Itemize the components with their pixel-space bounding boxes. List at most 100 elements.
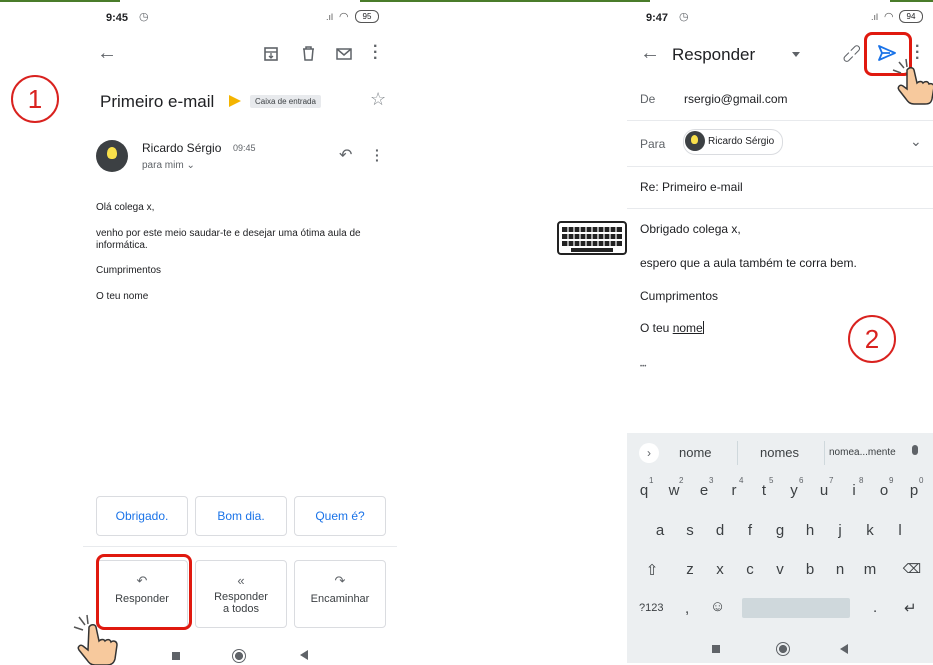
recipient-name: Ricardo Sérgio — [708, 136, 775, 147]
star-icon[interactable]: ☆ — [370, 89, 386, 110]
key-p-num: 0 — [919, 476, 924, 485]
comma-key[interactable]: , — [685, 600, 689, 617]
delete-icon[interactable] — [302, 46, 315, 61]
home-icon[interactable] — [232, 649, 246, 663]
reply-body-line-3[interactable]: Cumprimentos — [640, 289, 718, 303]
sender-more-icon[interactable]: · · · — [375, 143, 380, 167]
recent-apps-icon[interactable] — [172, 652, 180, 660]
emoji-key-icon[interactable]: ☺ — [710, 598, 725, 615]
key-g[interactable]: g — [768, 522, 792, 539]
chevron-down-icon: ⌄ — [186, 160, 195, 171]
symbols-key[interactable]: ?123 — [639, 602, 663, 614]
from-address[interactable]: rsergio@gmail.com — [684, 92, 788, 106]
suggestion-1[interactable]: nome — [679, 445, 712, 460]
email-body-line-2: venho por este meio saudar-te e desejar … — [96, 228, 361, 251]
key-c[interactable]: c — [738, 561, 762, 578]
reply-body-line-1[interactable]: Obrigado colega x, — [640, 222, 741, 236]
status-time: 9:45 — [106, 12, 129, 24]
key-e-num: 3 — [709, 476, 714, 485]
lightbulb-icon — [691, 135, 698, 144]
period-key[interactable]: . — [873, 599, 877, 616]
key-l[interactable]: l — [888, 522, 912, 539]
to-divider — [627, 166, 933, 167]
compose-reply-screen: 9:47 ◷ .ıl ◠ 94 ← Responder ⊂⊃ · · · De rs… — [627, 0, 933, 663]
backspace-key-icon[interactable]: ⌫ — [900, 561, 924, 577]
suggestion-divider-1 — [737, 441, 738, 465]
recent-apps-icon[interactable] — [712, 645, 720, 653]
key-r-num: 4 — [739, 476, 744, 485]
key-t-num: 5 — [769, 476, 774, 485]
key-i-num: 8 — [859, 476, 864, 485]
key-k[interactable]: k — [858, 522, 882, 539]
key-n[interactable]: n — [828, 561, 852, 578]
wifi-icon: ◠ — [339, 11, 349, 23]
key-v[interactable]: v — [768, 561, 792, 578]
key-j[interactable]: j — [828, 522, 852, 539]
alarm-icon: ◷ — [139, 11, 149, 23]
from-label: De — [640, 92, 656, 106]
key-d[interactable]: d — [708, 522, 732, 539]
back-nav-icon[interactable] — [300, 650, 308, 660]
inbox-label-chip[interactable]: Caixa de entrada — [250, 95, 321, 108]
compose-mode-dropdown-icon[interactable] — [792, 52, 800, 57]
back-arrow-icon[interactable]: ← — [97, 42, 117, 65]
more-options-icon[interactable]: · · · — [373, 39, 378, 67]
recipient-chip[interactable]: Ricardo Sérgio — [683, 129, 784, 155]
key-f[interactable]: f — [738, 522, 762, 539]
tap-hand-icon — [892, 58, 933, 105]
key-s[interactable]: s — [678, 522, 702, 539]
suggestion-2[interactable]: nomes — [760, 445, 799, 460]
reply-all-button[interactable]: « Responder a todos — [195, 560, 287, 628]
battery-icon: 95 — [355, 10, 379, 23]
back-nav-icon[interactable] — [840, 644, 848, 654]
text-cursor — [702, 321, 704, 334]
shift-key-icon[interactable]: ⇧ — [640, 561, 664, 579]
forward-button[interactable]: ↷ Encaminhar — [294, 560, 386, 628]
home-icon[interactable] — [776, 642, 790, 656]
keyboard-icon — [557, 221, 627, 255]
reply-body-text: O teu — [640, 321, 673, 335]
suggestions-expand-icon[interactable]: › — [639, 443, 659, 463]
key-z[interactable]: z — [678, 561, 702, 578]
suggestion-divider-2 — [824, 441, 825, 465]
microphone-icon[interactable] — [912, 445, 918, 455]
space-bar[interactable] — [742, 598, 850, 618]
reply-body-word-editing: nome — [672, 321, 703, 335]
archive-icon[interactable] — [264, 47, 278, 61]
reply-body-line-2[interactable]: espero que a aula também te corra bem. — [640, 256, 857, 270]
recipient-avatar — [685, 131, 705, 151]
compose-mode-title[interactable]: Responder — [672, 45, 755, 65]
smart-reply-1[interactable]: Obrigado. — [96, 496, 188, 536]
key-x[interactable]: x — [708, 561, 732, 578]
suggestion-3[interactable]: nomea...mente — [829, 447, 896, 458]
quoted-text-toggle[interactable]: ••• — [640, 364, 646, 370]
battery-level: 94 — [906, 12, 916, 21]
keyboard-row-4: ?123 , ☺ . ↵ — [627, 594, 933, 632]
keyboard-row-3: ⇧ z x c v b n m ⌫ — [627, 553, 933, 593]
smart-reply-2[interactable]: Bom dia. — [195, 496, 287, 536]
signal-icon: .ıl — [871, 12, 879, 22]
attachment-icon[interactable]: ⊂⊃ — [837, 39, 866, 68]
key-m[interactable]: m — [858, 561, 882, 578]
lightbulb-icon — [107, 147, 117, 159]
smart-reply-3[interactable]: Quem é? — [294, 496, 386, 536]
key-b[interactable]: b — [798, 561, 822, 578]
keyboard-row-2: a s d f g h j k l — [627, 512, 933, 552]
subject-divider — [627, 208, 933, 209]
mail-icon[interactable] — [336, 48, 352, 60]
wifi-icon: ◠ — [884, 11, 894, 23]
email-body-line-1: Olá colega x, — [96, 202, 155, 213]
email-body-line-4: O teu nome — [96, 291, 149, 302]
recipient-dropdown[interactable]: para mim ⌄ — [142, 160, 195, 171]
key-y-num: 6 — [799, 476, 804, 485]
enter-key-icon[interactable]: ↵ — [904, 599, 917, 617]
expand-recipients-icon[interactable]: ⌄ — [910, 133, 922, 150]
key-a[interactable]: a — [648, 522, 672, 539]
important-marker-icon[interactable] — [229, 95, 241, 107]
key-h[interactable]: h — [798, 522, 822, 539]
reply-body-line-4[interactable]: O teu nome — [640, 321, 704, 335]
back-arrow-icon[interactable]: ← — [640, 42, 660, 65]
keyboard-row-1: q 1 w 2 e 3 r 4 t 5 y 6 u 7 i 8 o 9 p 0 — [627, 470, 933, 510]
subject-field[interactable]: Re: Primeiro e-mail — [640, 180, 743, 194]
reply-icon[interactable]: ↶ — [339, 145, 352, 165]
